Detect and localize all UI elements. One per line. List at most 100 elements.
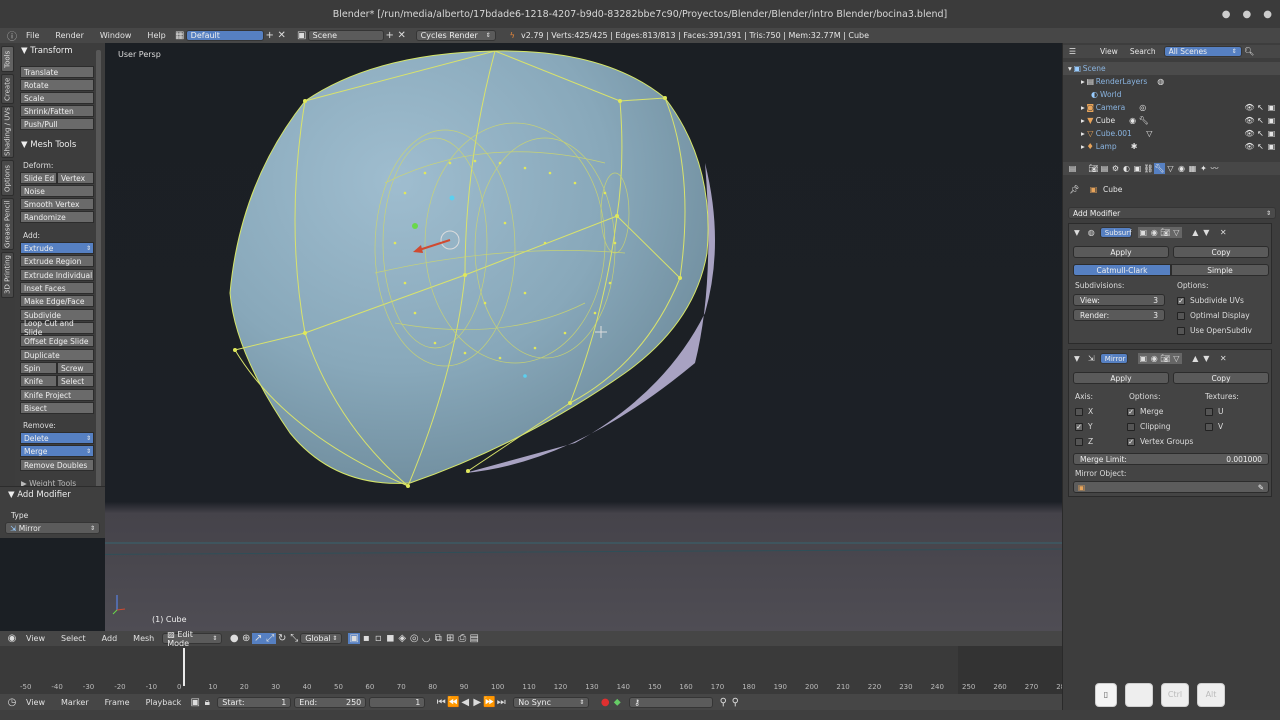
keying-set-field[interactable]: ⚷: [629, 696, 714, 708]
knife-project-button[interactable]: Knife Project: [20, 389, 94, 401]
cube-visibility-icon[interactable]: 👁︎: [1244, 115, 1255, 126]
remove-scene-icon[interactable]: ✕: [396, 30, 408, 41]
merge-limit-field[interactable]: Merge Limit: 0.001000: [1073, 453, 1269, 465]
translate-button[interactable]: Translate: [20, 66, 94, 78]
subsurf-copy-button[interactable]: Copy: [1173, 246, 1269, 258]
menu-render[interactable]: Render: [55, 31, 83, 40]
transform-panel-header[interactable]: ▼ Transform: [21, 46, 73, 56]
scale-button[interactable]: Scale: [20, 92, 94, 104]
collapse-mirror-icon[interactable]: ▼: [1074, 354, 1080, 363]
tab-3d-printing[interactable]: 3D Printing: [1, 252, 14, 298]
face-select-icon[interactable]: ◼: [384, 633, 396, 644]
particles-tab-icon[interactable]: ✦: [1198, 163, 1209, 174]
delete-keyframe-icon[interactable]: ⚲: [729, 697, 741, 708]
cube001-render-icon[interactable]: ▣: [1266, 128, 1277, 139]
simple-option[interactable]: Simple: [1171, 264, 1269, 276]
mode-selector[interactable]: ▨ Edit Mode ⇕: [162, 630, 223, 648]
slide-edge-button[interactable]: Slide Ed: [20, 172, 57, 184]
object-tab-icon[interactable]: ▣: [1132, 163, 1143, 174]
duplicate-button[interactable]: Duplicate: [20, 349, 94, 361]
subdivide-uvs-checkbox[interactable]: ✓ Subdivide UVs: [1177, 296, 1244, 305]
push-pull-button[interactable]: Push/Pull: [20, 118, 94, 130]
current-frame-marker[interactable]: [183, 648, 185, 686]
outliner-view-menu[interactable]: View: [1100, 47, 1118, 56]
translate-manipulator-icon[interactable]: ⤢: [264, 633, 277, 644]
noise-button[interactable]: Noise: [20, 185, 94, 197]
outliner-row-camera[interactable]: ▸ ◙ Camera ◎ 👁︎ ↖ ▣: [1063, 101, 1280, 114]
keying-set-icon[interactable]: ⬥: [611, 697, 623, 708]
lamp-select-icon[interactable]: ↖: [1255, 141, 1266, 152]
add-scene-icon[interactable]: +: [384, 30, 396, 41]
randomize-button[interactable]: Randomize: [20, 211, 94, 223]
mirror-name-field[interactable]: Mirror: [1099, 353, 1128, 364]
tab-grease-pencil[interactable]: Grease Pencil: [1, 198, 14, 250]
menu-mesh[interactable]: Mesh: [133, 634, 154, 643]
editor-type-icon[interactable]: ⓘ: [6, 30, 18, 43]
menu-frame[interactable]: Frame: [105, 698, 130, 707]
layout-grid-icon[interactable]: ▦: [174, 30, 186, 41]
collapse-subsurf-icon[interactable]: ▼: [1074, 228, 1080, 237]
timeline-editor[interactable]: -50 -40 -30 -20 -10 0 10 20 30 40 50 60 70 80 90 100 110…: [0, 646, 1070, 694]
lamp-visibility-icon[interactable]: 👁︎: [1244, 141, 1255, 152]
subsurf-render-icon[interactable]: 📷︎: [1159, 227, 1171, 238]
subsurf-editmode-icon[interactable]: ▣: [1137, 227, 1149, 238]
mirror-realtime-icon[interactable]: ◉: [1148, 353, 1160, 364]
end-frame-field[interactable]: End: 250: [294, 696, 367, 708]
data-tab-icon[interactable]: ▽: [1165, 163, 1176, 174]
remove-layout-icon[interactable]: ✕: [276, 30, 288, 41]
physics-tab-icon[interactable]: 〰: [1209, 163, 1220, 174]
next-keyframe-icon[interactable]: ⏩: [483, 697, 495, 708]
cube-select-icon[interactable]: ↖: [1255, 115, 1266, 126]
vertex-groups-checkbox[interactable]: ✓ Vertex Groups: [1127, 437, 1193, 446]
offset-edge-slide-button[interactable]: Offset Edge Slide: [20, 335, 94, 347]
render-preview-icon[interactable]: ⎙: [456, 633, 468, 644]
sync-mode-selector[interactable]: No Sync ⇕: [513, 696, 590, 708]
edge-select-icon[interactable]: ▫: [372, 633, 384, 644]
subsurf-cage-icon[interactable]: ▽: [1170, 227, 1182, 238]
minimize-icon[interactable]: ●: [1222, 9, 1231, 20]
texture-v-checkbox[interactable]: V: [1205, 422, 1223, 431]
add-modifier-dropdown[interactable]: Add Modifier ⇕: [1068, 207, 1276, 219]
material-tab-icon[interactable]: ◉: [1176, 163, 1187, 174]
knife-button[interactable]: Knife: [20, 375, 57, 387]
scene-tab-icon[interactable]: ⚙: [1110, 163, 1121, 174]
proportional-falloff-icon[interactable]: ◡: [420, 633, 432, 644]
inset-faces-button[interactable]: Inset Faces: [20, 282, 94, 294]
editor-type-3d-icon[interactable]: ◉: [6, 633, 18, 644]
start-frame-field[interactable]: Start: 1: [217, 696, 292, 708]
viewport-shading-icon[interactable]: ●: [228, 633, 240, 644]
maximize-icon[interactable]: ●: [1243, 9, 1252, 20]
texture-u-checkbox[interactable]: U: [1205, 407, 1224, 416]
rotate-manipulator-icon[interactable]: ↻: [276, 633, 288, 644]
subsurf-apply-button[interactable]: Apply: [1073, 246, 1169, 258]
render-levels-field[interactable]: Render: 3: [1073, 309, 1165, 321]
extrude-dropdown[interactable]: Extrude ⇕: [20, 242, 94, 254]
mirror-move-up-icon[interactable]: ▲: [1190, 353, 1201, 364]
tab-tools[interactable]: Tools: [1, 46, 14, 72]
cube001-select-icon[interactable]: ↖: [1255, 128, 1266, 139]
subsurf-realtime-icon[interactable]: ◉: [1148, 227, 1160, 238]
mirror-move-down-icon[interactable]: ▼: [1201, 353, 1212, 364]
merge-dropdown[interactable]: Merge ⇕: [20, 445, 94, 457]
shrink-fatten-button[interactable]: Shrink/Fatten: [20, 105, 94, 117]
editor-type-properties-icon[interactable]: ▤: [1067, 163, 1078, 174]
cube001-visibility-icon[interactable]: 👁︎: [1244, 128, 1255, 139]
extrude-region-button[interactable]: Extrude Region: [20, 255, 94, 267]
menu-playback[interactable]: Playback: [146, 698, 182, 707]
smooth-vertex-button[interactable]: Smooth Vertex: [20, 198, 94, 210]
outliner-search-icon[interactable]: 🔍︎: [1244, 46, 1255, 57]
3d-viewport[interactable]: User Persp (1) Cube: [105, 43, 1062, 631]
modifier-type-selector[interactable]: ⇲ Mirror ⇕: [5, 522, 100, 534]
axis-y-checkbox[interactable]: ✓ Y: [1075, 422, 1093, 431]
view-levels-field[interactable]: View: 3: [1073, 294, 1165, 306]
renderlayers-tab-icon[interactable]: ▤: [1099, 163, 1110, 174]
rotate-button[interactable]: Rotate: [20, 79, 94, 91]
extrude-individual-button[interactable]: Extrude Individual: [20, 269, 94, 281]
pivot-point-icon[interactable]: ⊕: [240, 633, 252, 644]
editor-type-outliner-icon[interactable]: ☰: [1067, 46, 1078, 57]
snap-element-icon[interactable]: ⊞: [444, 633, 456, 644]
optimal-display-checkbox[interactable]: Optimal Display: [1177, 311, 1250, 320]
current-frame-field[interactable]: 1: [369, 696, 426, 708]
mirror-copy-button[interactable]: Copy: [1173, 372, 1269, 384]
cube-render-icon[interactable]: ▣: [1266, 115, 1277, 126]
